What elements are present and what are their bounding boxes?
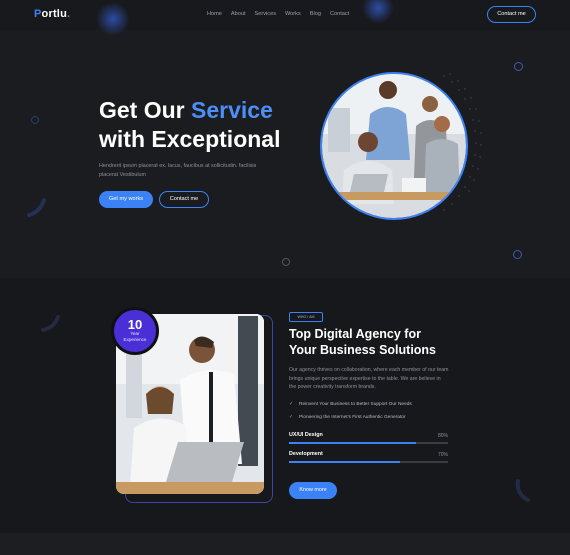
hero-description: Hendrerit ipsum placerat ex. lacus, fauc…: [99, 163, 257, 178]
skill-bar-fill: [289, 461, 401, 463]
decor-ring: [31, 116, 39, 124]
skill-bar-fill: [289, 442, 417, 444]
checkmark-icon: ✓: [289, 415, 294, 420]
skill-bar-development: [289, 461, 448, 463]
site-header: Portlu. Home About Services Works Blog C…: [0, 0, 570, 30]
nav-about[interactable]: About: [231, 11, 246, 17]
decor-arc: [41, 315, 60, 332]
hero-title-accent: Service: [191, 97, 273, 123]
logo-dot: .: [67, 8, 71, 20]
hero-section: Get Our Service with Exceptional Hendrer…: [0, 0, 570, 278]
hero-contact-button[interactable]: Contact me: [159, 191, 209, 208]
skill-percent-uxui: 80%: [438, 433, 449, 439]
decor-ring: [514, 62, 523, 71]
get-my-works-button[interactable]: Get my works: [99, 191, 153, 208]
decor-arc: [515, 479, 530, 502]
experience-years: 10: [127, 317, 143, 332]
nav-contact[interactable]: Contact: [330, 11, 349, 17]
about-title: Top Digital Agency for Your Business Solu…: [289, 327, 437, 357]
logo-initial: P: [34, 8, 42, 20]
main-nav: Home About Services Works Blog Contact: [207, 11, 349, 17]
logo-text: ortlu: [41, 8, 67, 20]
contact-me-button[interactable]: Contact me: [487, 6, 536, 23]
footer-strip: [0, 533, 570, 555]
skill-bar-uxui: [289, 442, 448, 444]
logo[interactable]: Portlu.: [34, 8, 70, 20]
scroll-indicator[interactable]: [282, 258, 290, 266]
experience-badge: 10 Year Experience: [111, 307, 159, 355]
check-item: ✓ Pioneering the Internet's First Authent…: [289, 415, 406, 420]
nav-works[interactable]: Works: [285, 11, 301, 17]
hero-team-photo: [320, 72, 468, 220]
section-tag: WHO I AM: [289, 312, 323, 322]
experience-label-2: Experience: [123, 336, 147, 342]
nav-blog[interactable]: Blog: [310, 11, 321, 17]
skill-label-uxui: UX/UI Design: [289, 432, 323, 438]
skill-percent-development: 70%: [438, 452, 449, 458]
team-illustration: [322, 74, 466, 218]
checkmark-icon: ✓: [289, 402, 294, 407]
nav-home[interactable]: Home: [207, 11, 222, 17]
nav-services[interactable]: Services: [255, 11, 276, 17]
decor-arc: [27, 198, 46, 217]
check-item: ✓ Reinvent Your Business to Better Suppor…: [289, 402, 412, 407]
about-description: Our agency thrives on collaboration, whe…: [289, 367, 449, 390]
decor-ring: [513, 250, 522, 259]
know-more-button[interactable]: Know more: [289, 482, 337, 499]
hero-title: Get Our Service with Exceptional: [99, 97, 281, 152]
about-section: 10 Year Experience WHO I AM Top Digital …: [0, 278, 570, 533]
skill-label-development: Development: [289, 451, 323, 457]
decor-glow: [96, 2, 130, 36]
